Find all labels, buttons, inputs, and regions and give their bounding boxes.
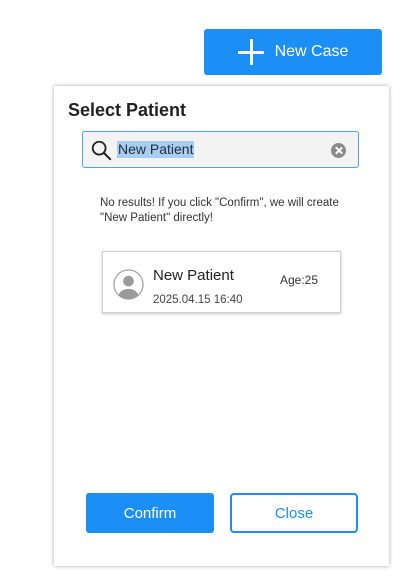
search-input[interactable]: New Patient	[82, 131, 359, 168]
no-results-message: No results! If you click "Confirm", we w…	[100, 197, 339, 224]
close-button[interactable]: Close	[230, 493, 358, 533]
select-patient-dialog: Select Patient New Patient No results! I…	[54, 86, 389, 566]
page: New Case Select Patient New Patient No r…	[0, 0, 399, 585]
dialog-title: Select Patient	[68, 100, 187, 120]
new-case-button[interactable]: New Case	[204, 29, 382, 75]
avatar-icon	[113, 269, 144, 300]
confirm-button[interactable]: Confirm	[86, 493, 214, 533]
plus-icon	[237, 39, 264, 65]
new-case-label: New Case	[274, 43, 349, 60]
clear-icon[interactable]	[331, 143, 346, 158]
patient-name: New Patient	[153, 267, 234, 284]
patient-datetime: 2025.04.15 16:40	[153, 294, 243, 306]
search-value[interactable]: New Patient	[117, 141, 195, 158]
patient-age: Age:25	[280, 273, 319, 287]
search-icon	[91, 140, 112, 161]
patient-card[interactable]: New Patient Age:25 2025.04.15 16:40	[102, 251, 341, 313]
